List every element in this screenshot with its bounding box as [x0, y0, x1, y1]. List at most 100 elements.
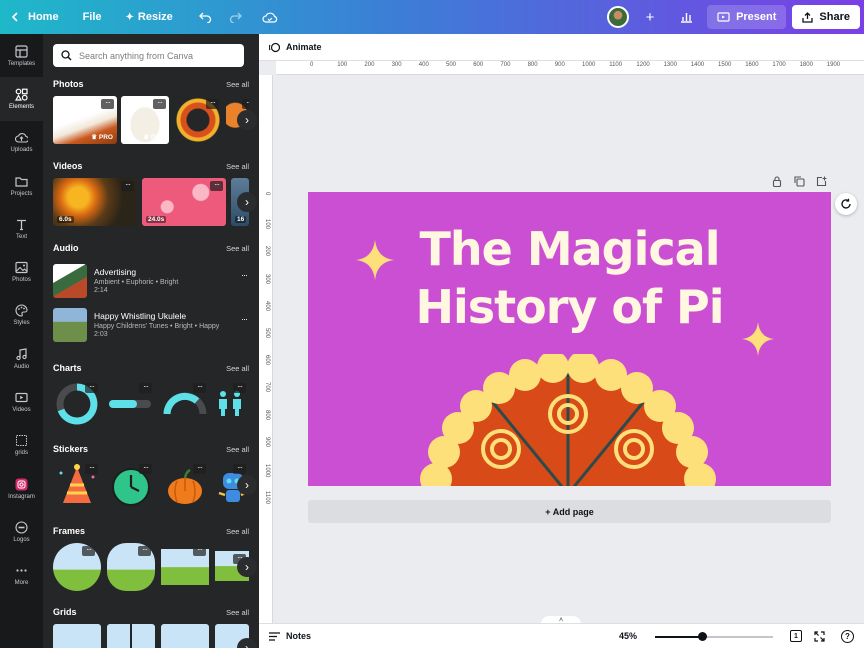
insights-button[interactable] — [673, 4, 699, 30]
more-icon[interactable]: ··· — [82, 546, 95, 556]
zoom-slider-knob[interactable] — [698, 632, 707, 641]
chart-thumb[interactable]: ··· — [53, 380, 101, 428]
save-status-button[interactable] — [257, 4, 283, 30]
design-page[interactable]: The Magical History of Pi — [308, 192, 831, 486]
video-thumb[interactable]: ··· 6.0s — [53, 178, 137, 226]
more-icon[interactable]: ··· — [233, 464, 246, 474]
sticker-thumb[interactable]: ··· — [53, 461, 101, 509]
more-icon[interactable]: ··· — [241, 270, 248, 280]
photo-thumb[interactable]: ··· ♛ PRO — [121, 96, 169, 144]
more-icon[interactable]: ··· — [121, 181, 134, 191]
animate-button[interactable]: Animate — [269, 42, 322, 53]
rail-item-text[interactable]: Text — [0, 207, 43, 250]
frame-thumb[interactable]: ··· — [161, 549, 209, 585]
more-icon[interactable]: ··· — [193, 464, 206, 474]
see-all-link[interactable]: See all — [226, 445, 249, 454]
file-menu[interactable]: File — [69, 0, 112, 34]
more-icon[interactable]: ··· — [138, 546, 151, 556]
rail-label: grids — [14, 450, 28, 457]
chevron-right-icon[interactable]: › — [237, 475, 257, 495]
ruler-tick-label: 800 — [264, 409, 270, 420]
ruler-tick-label: 700 — [500, 62, 511, 68]
rail-item-photos[interactable]: Photos — [0, 250, 43, 293]
audio-item[interactable]: Happy Whistling Ukulele Happy Childrens'… — [53, 308, 249, 350]
frame-thumb[interactable]: ··· — [107, 543, 155, 591]
lock-icon[interactable] — [770, 174, 784, 188]
sparkle-icon[interactable] — [742, 322, 774, 356]
see-all-link[interactable]: See all — [226, 162, 249, 171]
resize-button[interactable]: ✦ Resize — [112, 0, 183, 34]
search-box[interactable] — [53, 44, 244, 67]
grid-thumb[interactable] — [161, 624, 209, 648]
refresh-button[interactable] — [835, 193, 857, 215]
chevron-right-icon[interactable]: › — [237, 110, 257, 130]
chart-thumb[interactable]: ··· — [107, 380, 155, 428]
sparkle-icon: ✦ — [125, 11, 134, 23]
more-icon[interactable]: ··· — [242, 99, 249, 109]
zoom-level[interactable]: 45% — [619, 631, 637, 641]
sticker-thumb[interactable]: ··· — [107, 461, 155, 509]
video-thumb[interactable]: ··· 24.0s — [142, 178, 226, 226]
rail-item-uploads[interactable]: Uploads — [0, 121, 43, 164]
search-input[interactable] — [79, 50, 229, 61]
photo-thumb[interactable]: ··· — [174, 96, 222, 144]
more-icon[interactable]: ··· — [85, 464, 98, 474]
rail-item-elements[interactable]: Elements — [0, 77, 43, 121]
frame-thumb[interactable]: ··· — [53, 543, 101, 591]
audio-item[interactable]: Advertising Ambient • Euphoric • Bright … — [53, 264, 249, 306]
rail-item-instagram[interactable]: Instagram — [0, 467, 43, 510]
redo-button[interactable] — [223, 4, 249, 30]
more-icon[interactable]: ··· — [139, 464, 152, 474]
rail-item-styles[interactable]: Styles — [0, 294, 43, 337]
add-page-button[interactable]: + Add page — [308, 500, 831, 523]
more-icon[interactable]: ··· — [233, 383, 246, 393]
more-icon[interactable]: ··· — [206, 99, 219, 109]
sticker-thumb[interactable]: ··· — [161, 461, 209, 509]
rail-item-logos[interactable]: Logos — [0, 510, 43, 553]
more-icon[interactable]: ··· — [193, 383, 206, 393]
chart-thumb[interactable]: ··· — [161, 380, 209, 428]
more-icon[interactable]: ··· — [193, 549, 206, 556]
see-all-link[interactable]: See all — [226, 527, 249, 536]
add-page-icon[interactable] — [814, 174, 828, 188]
see-all-link[interactable]: See all — [226, 608, 249, 617]
page-count-button[interactable]: 1 — [790, 630, 802, 642]
present-button[interactable]: Present — [707, 5, 787, 29]
rail-item-grids[interactable]: grids — [0, 424, 43, 467]
add-collaborator-button[interactable]: + — [637, 4, 663, 30]
search-icon — [61, 50, 72, 61]
chevron-right-icon[interactable]: › — [237, 638, 257, 648]
more-icon[interactable]: ··· — [153, 99, 166, 109]
rail-item-templates[interactable]: Templates — [0, 34, 43, 77]
help-button[interactable]: ? — [841, 630, 854, 643]
more-icon[interactable]: ··· — [85, 383, 98, 393]
rail-item-more[interactable]: More — [0, 554, 43, 597]
sparkle-icon[interactable] — [356, 240, 394, 280]
section-title: Videos — [53, 161, 83, 171]
rail-item-videos[interactable]: Videos — [0, 380, 43, 423]
chevron-right-icon[interactable]: › — [237, 192, 257, 212]
see-all-link[interactable]: See all — [226, 244, 249, 253]
home-button[interactable]: Home — [0, 0, 69, 34]
rail-item-projects[interactable]: Projects — [0, 164, 43, 207]
more-icon[interactable]: ··· — [210, 181, 223, 191]
see-all-link[interactable]: See all — [226, 364, 249, 373]
more-icon[interactable]: ··· — [139, 383, 152, 393]
grid-thumb[interactable] — [53, 624, 101, 648]
fullscreen-button[interactable] — [813, 630, 826, 643]
chart-thumb[interactable]: ··· — [215, 380, 249, 428]
photo-thumb[interactable]: ··· ♛ PRO — [53, 96, 117, 144]
more-icon[interactable]: ··· — [101, 99, 114, 109]
chevron-right-icon[interactable]: › — [237, 557, 257, 577]
share-button[interactable]: Share — [792, 5, 860, 29]
duplicate-icon[interactable] — [792, 174, 806, 188]
zoom-slider[interactable] — [655, 632, 773, 641]
more-icon[interactable]: ··· — [241, 314, 248, 324]
see-all-link[interactable]: See all — [226, 80, 249, 89]
notes-button[interactable]: Notes — [269, 631, 311, 641]
rail-item-audio[interactable]: Audio — [0, 337, 43, 380]
grid-thumb[interactable] — [107, 624, 155, 648]
user-avatar[interactable] — [607, 6, 630, 28]
undo-button[interactable] — [193, 4, 219, 30]
rail-label: Elements — [8, 103, 34, 110]
